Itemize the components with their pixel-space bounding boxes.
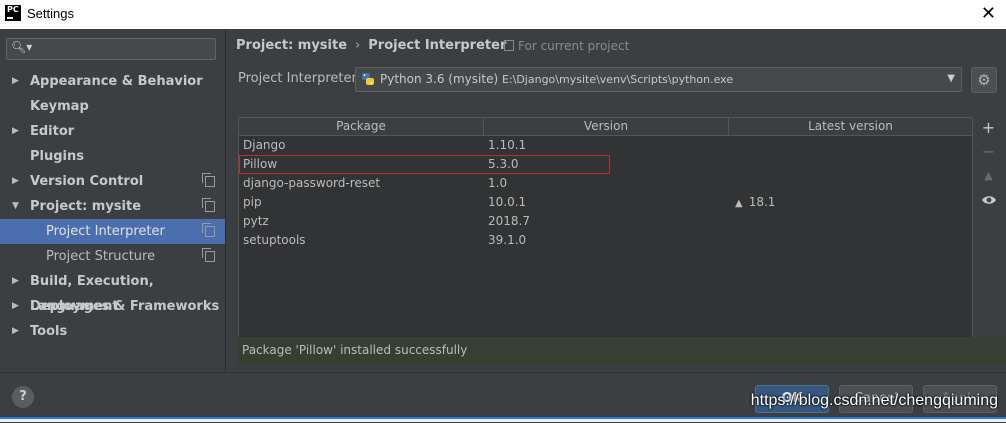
sidebar-item-editor[interactable]: ▶ Editor: [0, 119, 225, 144]
project-scope-icon: [202, 198, 215, 212]
sidebar-item-build-execution-deployment[interactable]: ▶ Build, Execution, Deployment: [0, 269, 225, 314]
package-version: 39.1.0: [488, 233, 527, 247]
search-icon: 🔍︎▾: [11, 40, 33, 54]
project-scope-icon: [202, 223, 215, 237]
scope-hint: For current project: [504, 39, 629, 53]
column-header-package[interactable]: Package: [239, 118, 484, 135]
sidebar-item-tools[interactable]: ▶ Tools: [0, 319, 225, 344]
watermark: https://blog.csdn.net/chengqiuming: [750, 392, 998, 409]
breadcrumb: Project: mysite › Project Interpreter: [236, 38, 506, 53]
breadcrumb-separator: ›: [355, 38, 361, 53]
settings-tree: ▶ Appearance & Behavior Keymap ▶ Editor Pl…: [0, 69, 225, 344]
sidebar-item-project-interpreter[interactable]: Project Interpreter: [0, 219, 225, 244]
sidebar-item-languages-frameworks[interactable]: ▶ Languages & Frameworks: [0, 294, 225, 319]
minus-icon: −: [981, 142, 996, 161]
title-bar: PC Settings ✕: [0, 0, 1006, 29]
help-button[interactable]: ?: [12, 386, 34, 408]
package-name: pip: [243, 195, 262, 209]
pycharm-logo-icon: PC: [5, 5, 21, 21]
package-version: 10.0.1: [488, 195, 527, 209]
close-icon[interactable]: ✕: [981, 3, 996, 24]
package-name: pytz: [243, 214, 269, 228]
scope-hint-text: For current project: [518, 39, 630, 53]
package-latest-version: ▲ 18.1: [735, 195, 776, 209]
sidebar-item-keymap[interactable]: Keymap: [0, 94, 225, 119]
expand-arrow-icon: ▶: [12, 326, 19, 336]
interpreter-select[interactable]: Python 3.6 (mysite) E:\Django\mysite\ven…: [355, 67, 962, 92]
expand-arrow-icon: ▶: [12, 76, 19, 86]
expand-arrow-icon: ▶: [12, 126, 19, 136]
remove-package-button[interactable]: −: [972, 141, 1005, 163]
interpreter-label: Project Interpreter:: [238, 71, 362, 86]
add-package-button[interactable]: +: [972, 117, 1005, 139]
eye-icon: [981, 196, 996, 204]
table-row[interactable]: pip 10.0.1 ▲ 18.1: [239, 193, 972, 212]
table-header: Package Version Latest version: [239, 118, 972, 136]
expand-arrow-icon: ▶: [12, 301, 19, 311]
packages-table: Package Version Latest version Django 1.…: [238, 117, 973, 338]
interpreter-settings-button[interactable]: ⚙: [971, 67, 997, 93]
sidebar-item-version-control[interactable]: ▶ Version Control: [0, 169, 225, 194]
python-icon: [362, 73, 374, 85]
sidebar-item-appearance-behavior[interactable]: ▶ Appearance & Behavior: [0, 69, 225, 94]
package-name: django-password-reset: [243, 176, 381, 190]
gear-icon: ⚙: [977, 71, 991, 89]
package-version: 1.10.1: [488, 138, 527, 152]
column-header-latest-version[interactable]: Latest version: [729, 118, 972, 135]
package-name: setuptools: [243, 233, 306, 247]
packages-toolbar: + − ▲: [972, 117, 1005, 336]
project-scope-icon: [202, 248, 215, 262]
expand-arrow-icon: ▶: [12, 176, 19, 186]
table-row[interactable]: pytz 2018.7: [239, 212, 972, 231]
window-title: Settings: [27, 6, 74, 21]
package-version: 2018.7: [488, 214, 530, 228]
plus-icon: +: [981, 118, 996, 137]
package-version: 1.0: [488, 176, 508, 190]
show-early-releases-button[interactable]: [972, 189, 1005, 211]
package-name: Django: [243, 138, 286, 152]
interpreter-name: Python 3.6 (mysite): [380, 72, 499, 86]
settings-search-input[interactable]: 🔍︎▾: [6, 38, 216, 60]
interpreter-path: E:\Django\mysite\venv\Scripts\python.exe: [501, 73, 734, 86]
column-header-version[interactable]: Version: [484, 118, 729, 135]
status-message: Package 'Pillow' installed successfully: [242, 343, 468, 357]
collapse-arrow-icon: ▼: [12, 201, 19, 211]
sidebar-item-project-mysite[interactable]: ▼ Project: mysite: [0, 194, 225, 219]
sidebar-item-plugins[interactable]: Plugins: [0, 144, 225, 169]
chevron-down-icon: ▼: [947, 73, 955, 84]
sidebar-item-project-structure[interactable]: Project Structure: [0, 244, 225, 269]
table-row[interactable]: django-password-reset 1.0: [239, 174, 972, 193]
table-row[interactable]: Django 1.10.1: [239, 136, 972, 155]
pillow-row-highlight: [239, 155, 610, 174]
settings-content: Project: mysite › Project Interpreter For …: [226, 29, 1006, 372]
breadcrumb-parent[interactable]: Project: mysite: [236, 38, 347, 53]
table-row[interactable]: setuptools 39.1.0: [239, 231, 972, 250]
status-bar: Package 'Pillow' installed successfully: [238, 337, 1006, 365]
upgrade-package-button[interactable]: ▲: [972, 165, 1005, 187]
upgrade-arrow-icon: ▲: [984, 169, 993, 182]
upgrade-arrow-icon: ▲: [735, 198, 743, 209]
settings-sidebar: 🔍︎▾ ▶ Appearance & Behavior Keymap ▶ Edito…: [0, 29, 226, 372]
breadcrumb-current: Project Interpreter: [368, 38, 507, 53]
project-scope-icon: [504, 40, 514, 51]
project-scope-icon: [202, 173, 215, 187]
expand-arrow-icon: ▶: [12, 276, 19, 286]
